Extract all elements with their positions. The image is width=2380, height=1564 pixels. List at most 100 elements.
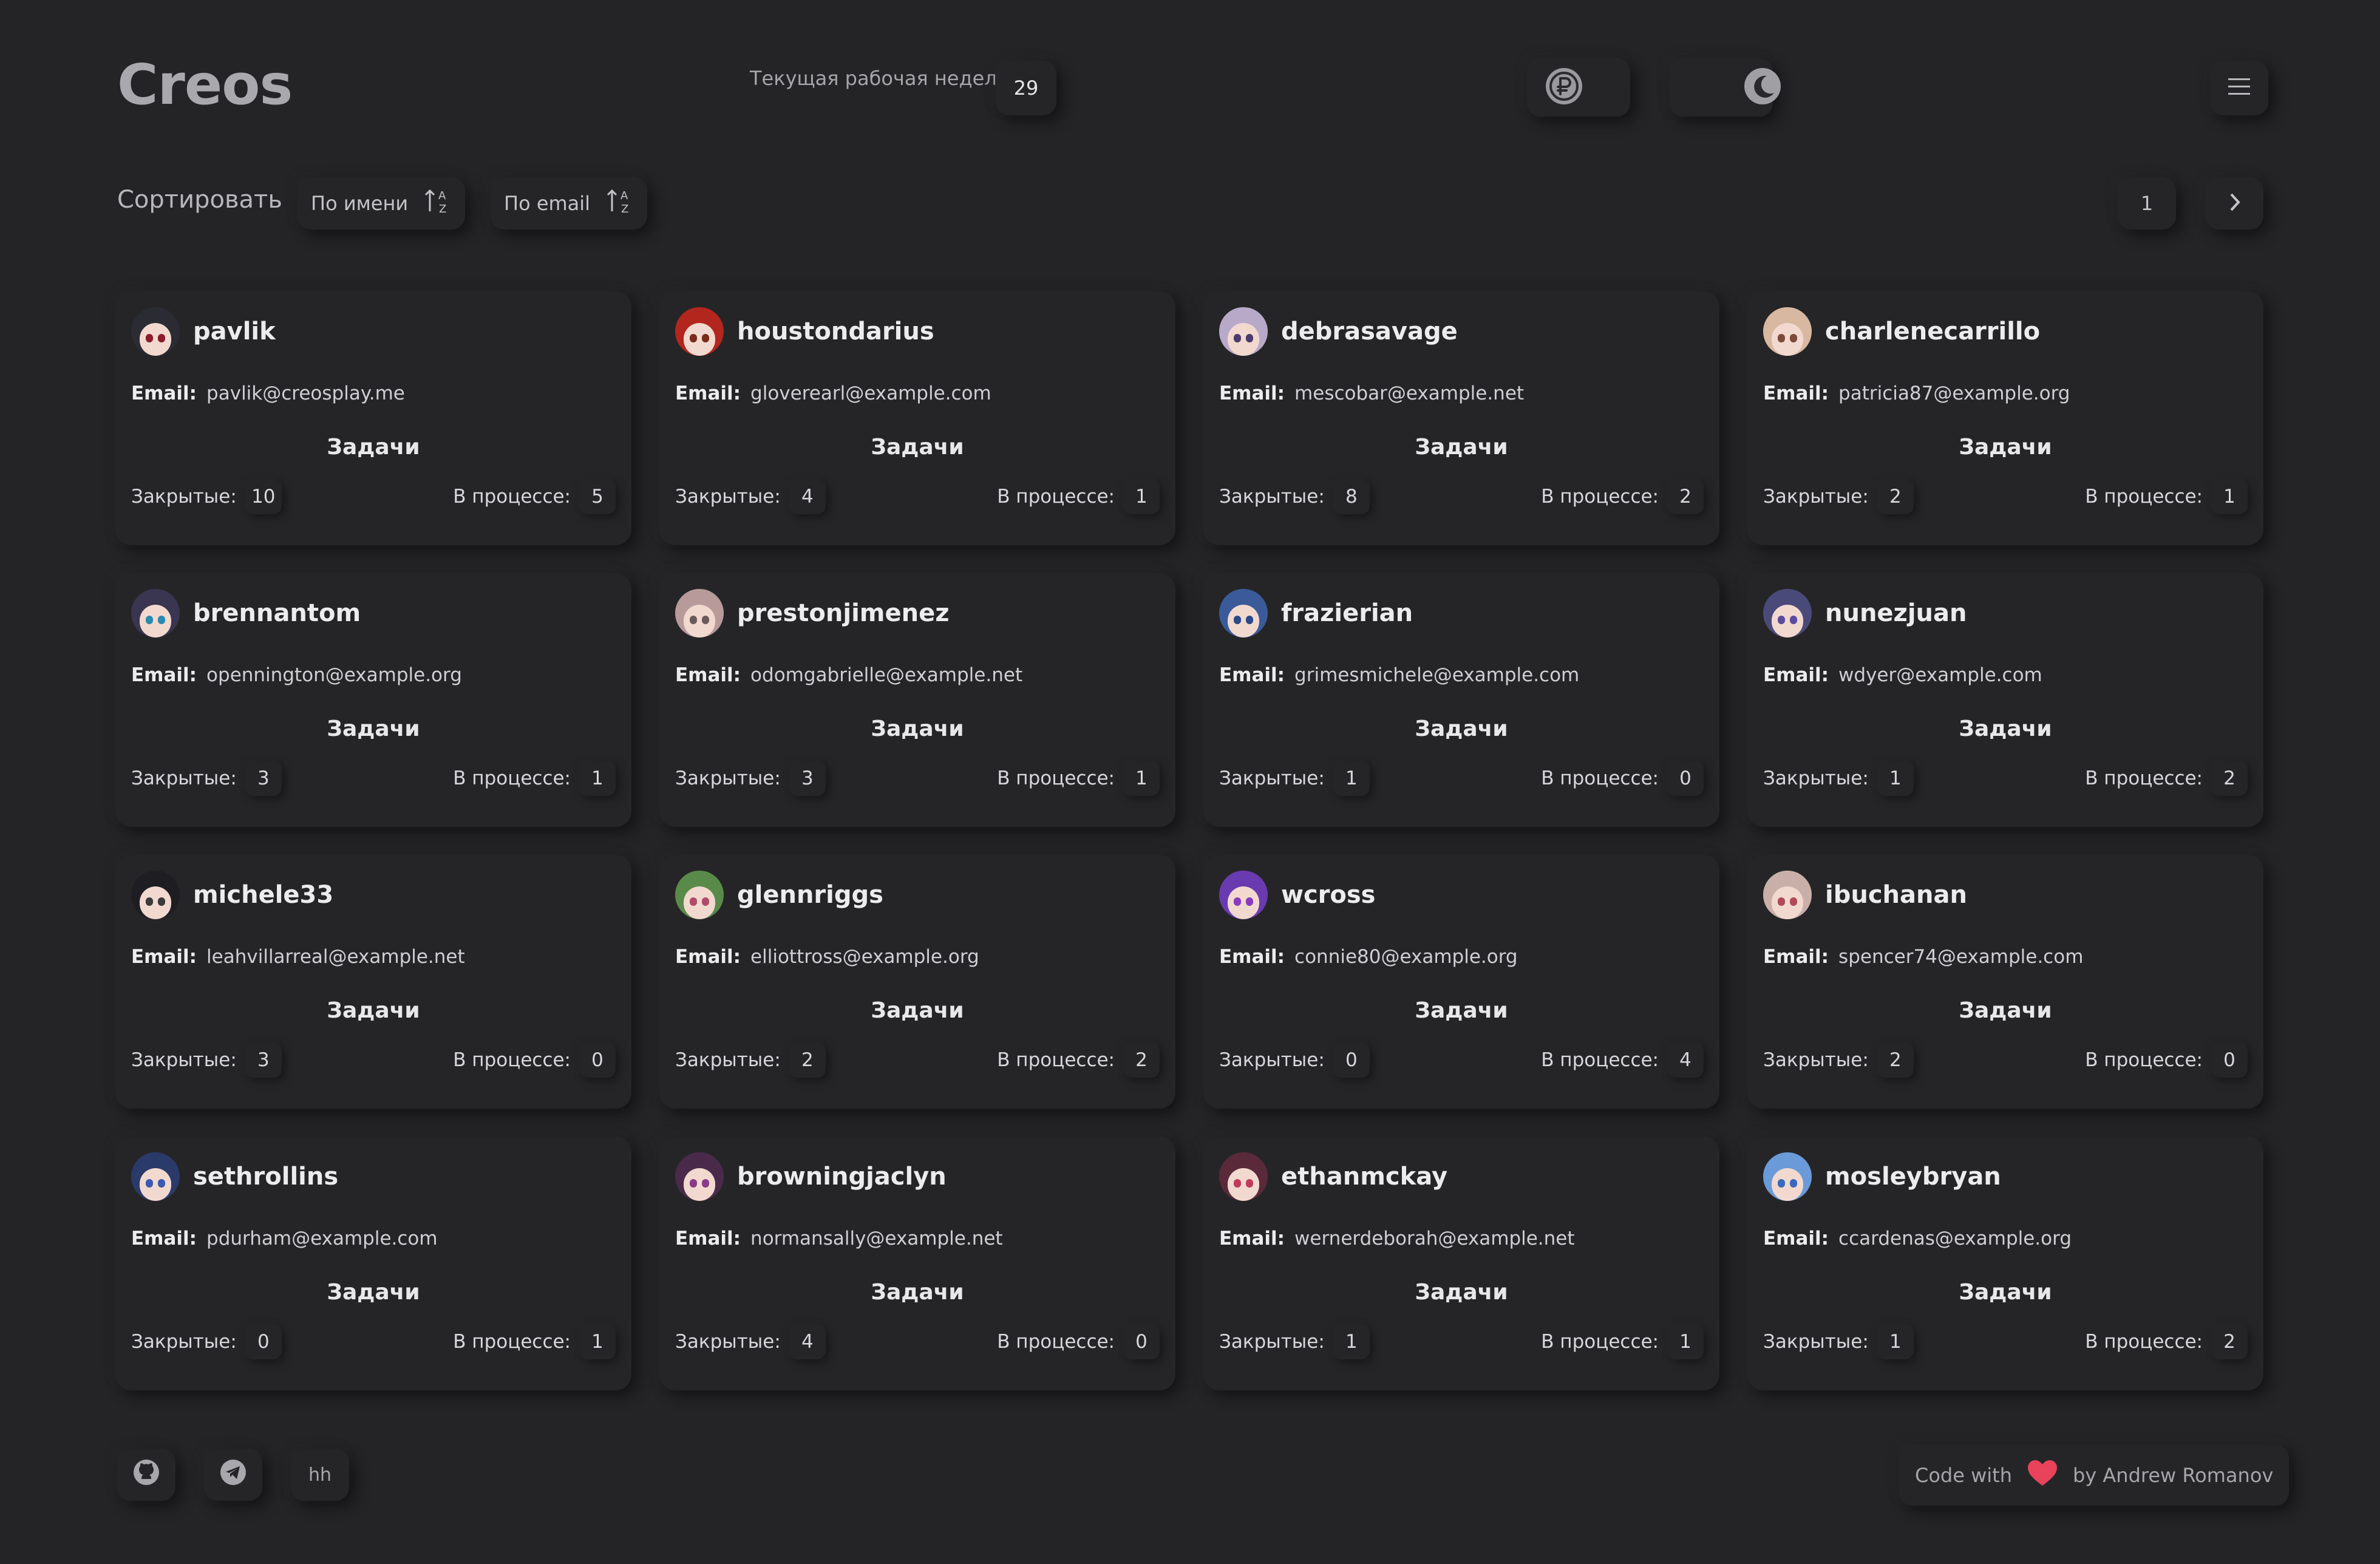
closed-stat: Закрытые: 3 (675, 761, 826, 796)
closed-count: 0 (245, 1324, 282, 1359)
avatar-eye (1778, 616, 1785, 624)
in-progress-stat: В процессе: 2 (1541, 479, 1704, 514)
user-card[interactable]: brennantom Email: opennington@example.or… (115, 573, 631, 827)
closed-count: 1 (1877, 761, 1914, 796)
tasks-title: Задачи (1415, 1280, 1508, 1305)
username[interactable]: browningjaclyn (737, 1163, 947, 1191)
user-card-header: debrasavage (1219, 307, 1704, 356)
user-card[interactable]: charlenecarrillo Email: patricia87@examp… (1747, 291, 2263, 545)
username[interactable]: glennriggs (737, 881, 883, 909)
user-card[interactable]: glennriggs Email: elliottross@example.or… (659, 855, 1175, 1109)
avatar (1219, 589, 1268, 638)
closed-label: Закрытые: (675, 767, 781, 789)
email-row: Email: gloverearl@example.com (675, 382, 1160, 404)
sort-by-email-button[interactable]: По email A Z (491, 177, 648, 229)
telegram-icon (219, 1458, 247, 1491)
closed-stat: Закрытые: 2 (675, 1042, 826, 1078)
closed-count: 0 (1333, 1042, 1370, 1078)
username[interactable]: brennantom (193, 599, 361, 627)
username[interactable]: ethanmckay (1281, 1163, 1447, 1191)
avatar (675, 307, 724, 356)
email-row: Email: pdurham@example.com (131, 1228, 616, 1250)
sort-az-icon: A Z (606, 187, 634, 220)
username[interactable]: sethrollins (193, 1163, 338, 1191)
user-card[interactable]: michele33 Email: leahvillarreal@example.… (115, 855, 631, 1109)
in-progress-stat: В процессе: 1 (453, 1324, 616, 1359)
email-value: wernerdeborah@example.net (1294, 1228, 1575, 1250)
email-row: Email: odomgabrielle@example.net (675, 664, 1160, 686)
menu-button[interactable] (2210, 61, 2268, 115)
user-card[interactable]: wcross Email: connie80@example.org Задач… (1203, 855, 1719, 1109)
avatar-face (1228, 1168, 1259, 1201)
user-card[interactable]: houstondarius Email: gloverearl@example.… (659, 291, 1175, 545)
hh-link[interactable]: hh (291, 1449, 349, 1501)
credit-code-with: Code with (1915, 1464, 2012, 1487)
user-card[interactable]: pavlik Email: pavlik@creosplay.me Задачи… (115, 291, 631, 545)
email-label: Email: (131, 946, 197, 968)
github-link[interactable] (117, 1449, 175, 1501)
closed-stat: Закрытые: 10 (131, 479, 282, 514)
avatar-face (140, 1168, 171, 1201)
closed-stat: Закрытые: 3 (131, 761, 282, 796)
tasks-title: Задачи (1415, 716, 1508, 741)
closed-stat: Закрытые: 4 (675, 479, 826, 514)
in-progress-label: В процессе: (453, 767, 571, 789)
user-card[interactable]: nunezjuan Email: wdyer@example.com Задач… (1747, 573, 2263, 827)
username[interactable]: ibuchanan (1825, 881, 1967, 909)
currency-toggle-button[interactable] (1527, 58, 1630, 117)
user-card[interactable]: ethanmckay Email: wernerdeborah@example.… (1203, 1137, 1719, 1390)
avatar-eye (690, 334, 697, 342)
username[interactable]: houstondarius (737, 318, 934, 345)
email-label: Email: (131, 382, 197, 404)
username[interactable]: frazierian (1281, 599, 1413, 627)
email-label: Email: (675, 382, 741, 404)
username[interactable]: charlenecarrillo (1825, 318, 2040, 345)
in-progress-count: 2 (2211, 1324, 2248, 1359)
email-value: grimesmichele@example.com (1294, 664, 1580, 686)
next-page-button[interactable] (2205, 177, 2263, 229)
app-logo[interactable]: Creos (117, 52, 293, 117)
email-row: Email: patricia87@example.org (1763, 382, 2248, 404)
email-label: Email: (1219, 664, 1285, 686)
email-label: Email: (675, 946, 741, 968)
user-card[interactable]: sethrollins Email: pdurham@example.com З… (115, 1137, 631, 1390)
telegram-link[interactable] (204, 1449, 262, 1501)
theme-toggle-button[interactable] (1670, 58, 1781, 117)
svg-text:Z: Z (439, 203, 446, 215)
avatar-face (684, 886, 715, 919)
closed-label: Закрытые: (1219, 486, 1325, 508)
in-progress-stat: В процессе: 2 (2085, 1324, 2248, 1359)
in-progress-label: В процессе: (997, 1049, 1115, 1071)
closed-label: Закрытые: (1219, 767, 1325, 789)
email-row: Email: mescobar@example.net (1219, 382, 1704, 404)
user-card[interactable]: ibuchanan Email: spencer74@example.com З… (1747, 855, 2263, 1109)
email-label: Email: (1219, 382, 1285, 404)
username[interactable]: mosleybryan (1825, 1163, 2001, 1191)
credit-badge[interactable]: Code with by Andrew Romanov (1899, 1445, 2290, 1506)
username[interactable]: prestonjimenez (737, 599, 950, 627)
user-card-header: michele33 (131, 871, 616, 919)
username[interactable]: nunezjuan (1825, 599, 1967, 627)
email-value: ccardenas@example.org (1838, 1228, 2072, 1250)
in-progress-label: В процессе: (2085, 767, 2203, 789)
username[interactable]: wcross (1281, 881, 1376, 909)
email-label: Email: (1219, 946, 1285, 968)
avatar-eye (702, 616, 709, 624)
in-progress-stat: В процессе: 0 (1541, 761, 1704, 796)
tasks-title: Задачи (327, 435, 420, 460)
current-page-button[interactable]: 1 (2118, 177, 2176, 229)
sort-by-name-button[interactable]: По имени A Z (298, 177, 466, 229)
username[interactable]: pavlik (193, 318, 276, 345)
in-progress-count: 0 (1123, 1324, 1160, 1359)
sort-label: Сортировать (117, 186, 282, 214)
closed-count: 1 (1333, 1324, 1370, 1359)
user-card[interactable]: prestonjimenez Email: odomgabrielle@exam… (659, 573, 1175, 827)
user-card[interactable]: frazierian Email: grimesmichele@example.… (1203, 573, 1719, 827)
user-card[interactable]: debrasavage Email: mescobar@example.net … (1203, 291, 1719, 545)
in-progress-count: 1 (2211, 479, 2248, 514)
user-card[interactable]: mosleybryan Email: ccardenas@example.org… (1747, 1137, 2263, 1390)
username[interactable]: michele33 (193, 881, 333, 909)
user-card[interactable]: browningjaclyn Email: normansally@exampl… (659, 1137, 1175, 1390)
username[interactable]: debrasavage (1281, 318, 1458, 345)
email-label: Email: (1219, 1228, 1285, 1250)
